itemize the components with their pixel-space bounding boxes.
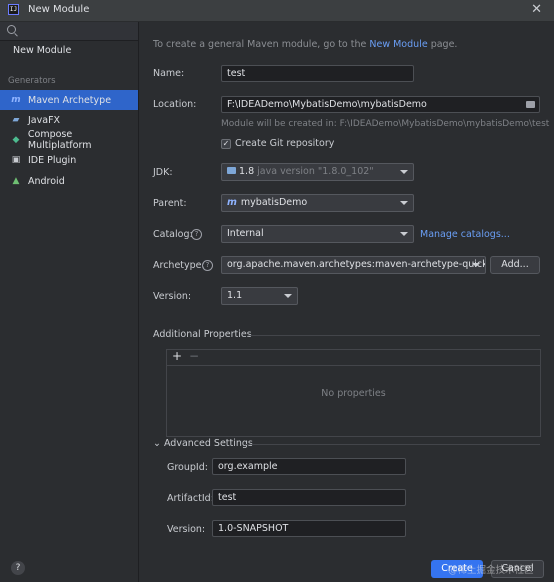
close-icon[interactable]: ✕ [531, 2, 542, 17]
sidebar-item-label: Android [28, 175, 65, 187]
parent-value: mybatisDemo [240, 197, 308, 208]
sidebar-item-label: IDE Plugin [28, 154, 77, 166]
section-divider [248, 335, 540, 336]
intro-text: To create a general Maven module, go to … [153, 39, 457, 50]
sidebar-item-new-module[interactable]: New Module [13, 45, 71, 56]
remove-property-icon: − [189, 349, 200, 363]
location-hint: Module will be created in: F:\IDEADemo\M… [221, 119, 550, 129]
properties-toolbar: + − [167, 349, 540, 366]
manage-catalogs-link[interactable]: Manage catalogs... [420, 229, 510, 240]
archetype-value: org.apache.maven.archetypes:maven-archet… [227, 259, 486, 270]
sidebar-item-label: JavaFX [28, 114, 61, 126]
artifactid-label: ArtifactId: [167, 493, 214, 504]
folder-icon[interactable] [526, 101, 535, 108]
advanced-settings-toggle[interactable]: ⌄ Advanced Settings [153, 438, 253, 449]
chevron-down-icon [284, 294, 292, 298]
intellij-app-icon: IJ [8, 4, 19, 15]
catalog-label: Catalog: [153, 229, 193, 240]
location-value: F:\IDEADemo\MybatisDemo\mybatisDemo [227, 99, 427, 110]
version-value: 1.1 [227, 290, 243, 301]
help-icon[interactable]: ? [11, 561, 25, 575]
parent-dropdown[interactable]: m mybatisDemo [221, 194, 414, 212]
compose-icon: ◆ [12, 135, 20, 145]
additional-properties-table: + − No properties [166, 349, 541, 437]
section-divider [245, 444, 540, 445]
title-bar: IJ New Module ✕ [0, 0, 554, 22]
sidebar: New Module Generators m Maven Archetype … [0, 22, 139, 582]
watermark: @稀土掘金技术社区 [448, 565, 534, 576]
git-checkbox[interactable]: ✓ [221, 139, 231, 149]
advanced-version-label: Version: [167, 524, 206, 535]
archetype-label: Archetype: [153, 260, 205, 271]
empty-properties-text: No properties [321, 388, 386, 399]
groupid-field[interactable]: org.example [212, 458, 406, 475]
sidebar-item-label: Compose Multiplatform [27, 129, 92, 151]
sidebar-item-ide-plugin[interactable]: ▣ IDE Plugin [0, 150, 138, 170]
advanced-settings-title: Advanced Settings [163, 438, 253, 449]
git-checkbox-label: Create Git repository [235, 138, 335, 149]
catalog-dropdown[interactable]: Internal [221, 225, 414, 243]
catalog-help-icon[interactable]: ? [191, 229, 202, 240]
chevron-down-icon: ⌄ [153, 438, 161, 449]
name-label: Name: [153, 68, 185, 79]
jdk-dropdown[interactable]: 1.8 java version "1.8.0_102" [221, 163, 414, 181]
intro-prefix: To create a general Maven module, go to … [153, 39, 370, 50]
parent-label: Parent: [153, 198, 187, 209]
chevron-down-icon [400, 201, 408, 205]
groupid-label: GroupId: [167, 462, 208, 473]
add-archetype-button[interactable]: Add... [490, 256, 540, 274]
maven-icon: m [11, 95, 21, 105]
generators-heading: Generators [8, 76, 56, 86]
window-title: New Module [28, 4, 90, 15]
jdk-folder-icon [227, 167, 236, 174]
intro-suffix: page. [427, 39, 458, 50]
android-icon: ▲ [12, 176, 20, 186]
version-dropdown[interactable]: 1.1 [221, 287, 298, 305]
sidebar-item-label: Maven Archetype [28, 94, 112, 106]
version-label: Version: [153, 291, 192, 302]
artifactid-field[interactable]: test [212, 489, 406, 506]
chevron-down-icon [400, 232, 408, 236]
chevron-down-icon [400, 170, 408, 174]
sidebar-item-compose-multiplatform[interactable]: ◆ Compose Multiplatform [0, 129, 138, 151]
catalog-value: Internal [227, 228, 264, 239]
additional-properties-title: Additional Properties [153, 329, 252, 340]
name-field[interactable]: test [221, 65, 414, 82]
sidebar-item-maven-archetype[interactable]: m Maven Archetype [0, 90, 138, 110]
location-label: Location: [153, 99, 197, 110]
location-field[interactable]: F:\IDEADemo\MybatisDemo\mybatisDemo [221, 96, 540, 113]
jdk-detail: java version "1.8.0_102" [257, 166, 374, 177]
plugin-icon: ▣ [11, 155, 21, 165]
new-module-link[interactable]: New Module [369, 39, 427, 50]
sidebar-search[interactable] [0, 22, 138, 41]
archetype-help-icon[interactable]: ? [202, 260, 213, 271]
javafx-icon: ▰ [12, 115, 20, 125]
maven-icon: m [227, 197, 237, 208]
archetype-dropdown[interactable]: org.apache.maven.archetypes:maven-archet… [221, 256, 486, 274]
jdk-label: JDK: [153, 167, 173, 178]
search-icon [7, 25, 16, 34]
chevron-down-icon [472, 263, 480, 267]
advanced-version-field[interactable]: 1.0-SNAPSHOT [212, 520, 406, 537]
add-property-icon[interactable]: + [172, 349, 182, 363]
sidebar-item-javafx[interactable]: ▰ JavaFX [0, 110, 138, 130]
sidebar-item-android[interactable]: ▲ Android [0, 171, 138, 191]
jdk-value: 1.8 [239, 166, 255, 177]
form-panel: To create a general Maven module, go to … [139, 22, 554, 582]
